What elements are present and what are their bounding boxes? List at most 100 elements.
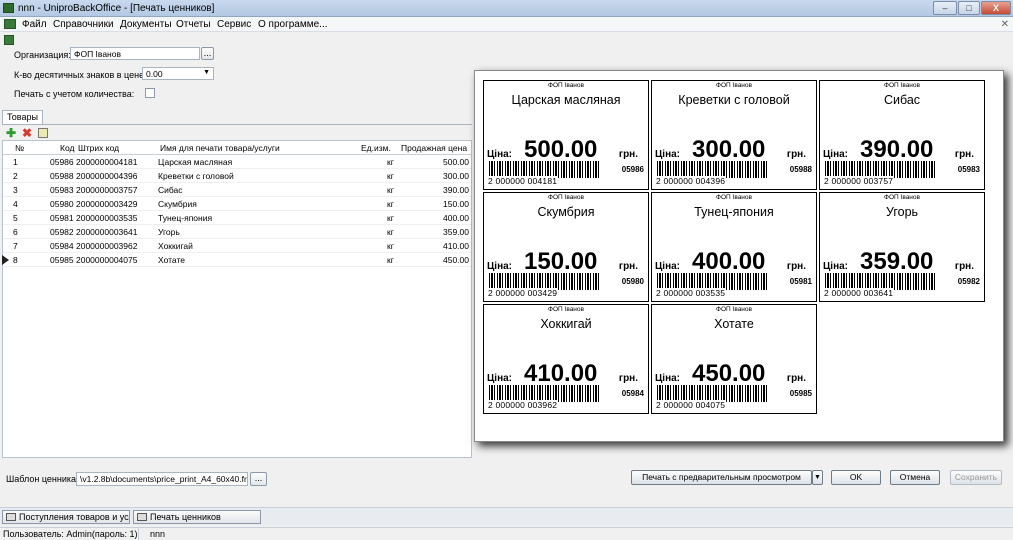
cell-barcode: 2000000004181 — [76, 157, 138, 167]
price-tag-name: Тунец-япония — [694, 205, 774, 219]
document-icon — [4, 19, 16, 29]
cell-barcode: 2000000003535 — [76, 213, 138, 223]
cell-name: Хоккигай — [158, 241, 193, 251]
table-row[interactable]: 8 05985 2000000004075 Хотате кг 450.00 — [2, 253, 471, 267]
cell-name: Тунец-япония — [158, 213, 213, 223]
cell-num: 7 — [13, 241, 18, 251]
table-row[interactable]: 5 05981 2000000003535 Тунец-япония кг 400.00 — [3, 211, 471, 225]
cell-unit: кг — [387, 171, 394, 181]
close-button[interactable]: X — [981, 1, 1011, 15]
col-header-name[interactable]: Имя для печати товара/услуги — [158, 141, 280, 155]
price-tag-price: 410.00 — [524, 360, 598, 387]
cell-price: 150.00 — [443, 199, 469, 209]
menu-documents[interactable]: Документы — [116, 18, 176, 31]
cell-num: 4 — [13, 199, 18, 209]
menu-references[interactable]: Справочники — [49, 18, 118, 31]
goods-table[interactable]: № Код Штрих код Имя для печати товара/ус… — [2, 140, 472, 458]
organization-browse-button[interactable]: ... — [201, 47, 214, 60]
col-header-price[interactable]: Продажная цена — [399, 141, 467, 155]
cell-num: 1 — [13, 157, 18, 167]
price-tag-currency: грн. — [618, 261, 638, 272]
window-title: nnn - UniproBackOffice - [Печать ценнико… — [18, 3, 215, 14]
cell-unit: кг — [387, 255, 394, 265]
col-header-barcode[interactable]: Штрих код — [76, 141, 119, 155]
ok-button[interactable]: OK — [831, 470, 881, 485]
menu-bar: Файл Справочники Документы Отчеты Сервис… — [0, 17, 1013, 32]
minimize-button[interactable]: – — [933, 1, 957, 15]
price-tag-price-label: Ціна: — [487, 261, 513, 272]
price-tag-price-label: Ціна: — [655, 373, 681, 384]
tab-divider — [2, 124, 472, 125]
price-tag-price: 450.00 — [692, 360, 766, 387]
menu-about[interactable]: О программе... — [254, 18, 332, 31]
document-icon — [6, 513, 16, 521]
col-header-num[interactable]: № — [13, 141, 24, 155]
task-receipts[interactable]: Поступления товаров и услуг — [2, 510, 130, 524]
cell-code: 05985 — [50, 255, 74, 265]
decimals-select[interactable]: 0.00 ▼ — [142, 67, 214, 80]
copy-icon[interactable] — [38, 128, 48, 138]
task-receipts-label: Поступления товаров и услуг — [19, 512, 130, 522]
price-tag-barcode: 2 000000 003429 — [487, 288, 559, 298]
price-tag-org: ФОП Іванов — [716, 82, 752, 89]
maximize-button[interactable]: □ — [958, 1, 980, 15]
price-tag-code: 05983 — [957, 165, 980, 174]
document-taskbar: Поступления товаров и услуг Печать ценни… — [0, 507, 1013, 525]
tab-goods[interactable]: Товары — [2, 110, 43, 124]
cell-code: 05984 — [50, 241, 74, 251]
price-tag-barcode: 2 000000 003535 — [655, 288, 727, 298]
price-tag-currency: грн. — [618, 149, 638, 160]
price-tag-price: 359.00 — [860, 248, 934, 275]
price-tag-currency: грн. — [786, 373, 806, 384]
price-tag: ФОП Іванов Тунец-япония Ціна: 400.00 грн. 059… — [651, 192, 817, 302]
cell-barcode: 2000000003429 — [76, 199, 138, 209]
print-preview-button[interactable]: Печать с предварительным просмотром — [631, 470, 812, 485]
price-tag-name: Хоккигай — [540, 317, 592, 331]
price-tag: ФОП Іванов Хоккигай Ціна: 410.00 грн. 05984 2 … — [483, 304, 649, 414]
cell-price: 400.00 — [443, 213, 469, 223]
price-tag-price: 400.00 — [692, 248, 766, 275]
table-row[interactable]: 2 05988 2000000004396 Креветки с головой кг 3… — [3, 169, 471, 183]
cancel-button[interactable]: Отмена — [890, 470, 940, 485]
cell-num: 6 — [13, 227, 18, 237]
chevron-down-icon[interactable]: ▼ — [812, 470, 823, 485]
table-row[interactable]: 3 05983 2000000003757 Сибас кг 390.00 — [3, 183, 471, 197]
document-close-icon[interactable]: ✕ — [1001, 19, 1009, 30]
col-header-code[interactable]: Код — [58, 141, 74, 155]
cell-barcode: 2000000003962 — [76, 241, 138, 251]
price-tag-barcode: 2 000000 003962 — [487, 400, 559, 410]
cell-code: 05986 — [50, 157, 74, 167]
task-price-tags[interactable]: Печать ценников — [133, 510, 261, 524]
table-row[interactable]: 6 05982 2000000003641 Угорь кг 359.00 — [3, 225, 471, 239]
organization-label: Организация: — [14, 50, 71, 60]
template-browse-button[interactable]: ... — [250, 472, 267, 486]
menu-service[interactable]: Сервис — [213, 18, 255, 31]
menu-reports[interactable]: Отчеты — [172, 18, 215, 31]
template-path-field[interactable]: \v1.2.8b\documents\price_print_A4_60x40.… — [76, 472, 248, 486]
table-row[interactable]: 7 05984 2000000003962 Хоккигай кг 410.00 — [3, 239, 471, 253]
price-tag: ФОП Іванов Сибас Ціна: 390.00 грн. 05983 2 000… — [819, 80, 985, 190]
organization-field[interactable]: ФОП Іванов — [70, 47, 200, 60]
price-tag-currency: грн. — [786, 261, 806, 272]
table-row[interactable]: 1 05986 2000000004181 Царская масляная кг 500… — [3, 155, 471, 169]
price-tag: ФОП Іванов Скумбрия Ціна: 150.00 грн. 05980 2 … — [483, 192, 649, 302]
qty-checkbox[interactable] — [145, 88, 155, 98]
cell-code: 05981 — [50, 213, 74, 223]
price-tag: ФОП Іванов Хотате Ціна: 450.00 грн. 05985 2 00… — [651, 304, 817, 414]
cell-unit: кг — [387, 227, 394, 237]
cell-barcode: 2000000004396 — [76, 171, 138, 181]
decimals-label: К-во десятичных знаков в цене: — [14, 70, 147, 80]
table-row[interactable]: 4 05980 2000000003429 Скумбрия кг 150.00 — [3, 197, 471, 211]
delete-icon[interactable]: ✖ — [22, 127, 32, 139]
price-tag-code: 05982 — [957, 277, 980, 286]
col-header-unit[interactable]: Ед.изм. — [359, 141, 391, 155]
table-header: № Код Штрих код Имя для печати товара/ус… — [3, 141, 471, 155]
cell-code: 05980 — [50, 199, 74, 209]
price-tag-name: Скумбрия — [537, 205, 595, 219]
menu-file[interactable]: Файл — [18, 18, 51, 31]
add-icon[interactable]: ✚ — [6, 127, 16, 139]
price-tag-org: ФОП Іванов — [548, 82, 584, 89]
toolbar-settings-icon[interactable] — [4, 35, 14, 45]
save-button[interactable]: Сохранить — [950, 470, 1002, 485]
price-tag: ФОП Іванов Креветки с головой Ціна: 300.00 г… — [651, 80, 817, 190]
